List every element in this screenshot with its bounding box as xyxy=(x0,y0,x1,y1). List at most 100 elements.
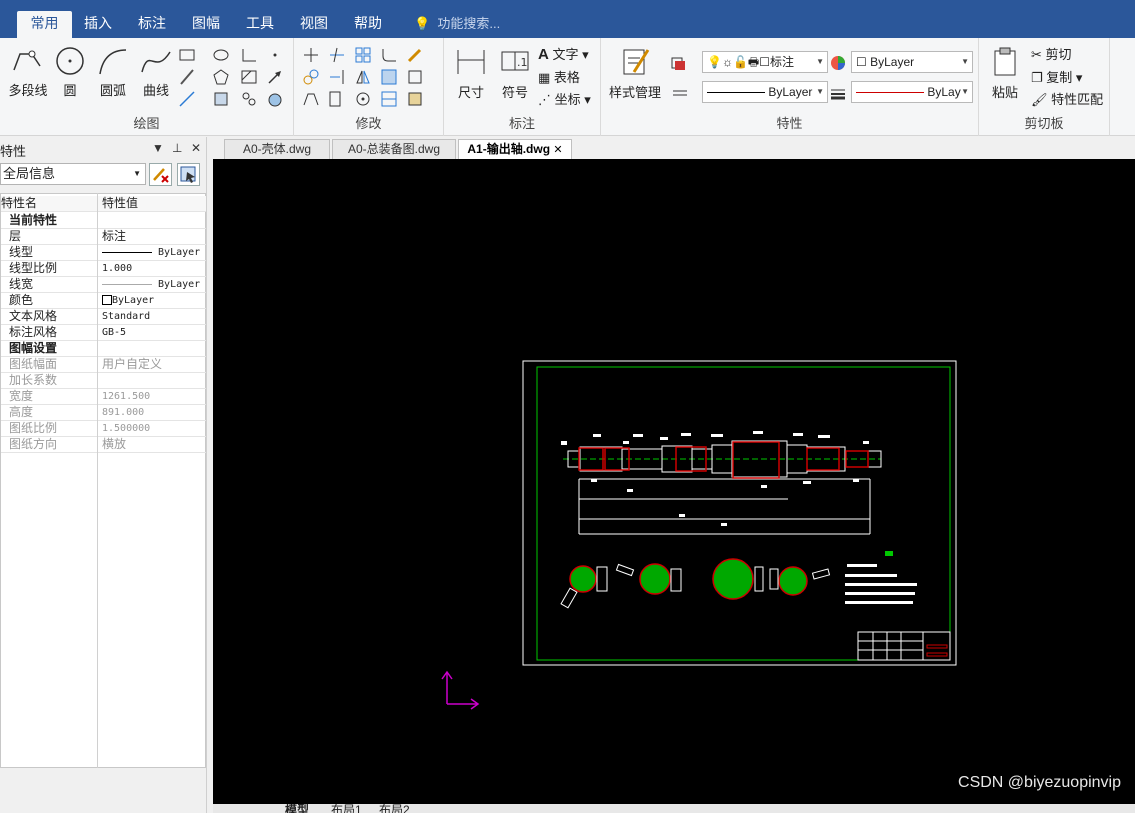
circle-button[interactable]: 圆 xyxy=(52,46,88,99)
paste-icon xyxy=(994,47,1016,76)
trim-icon[interactable] xyxy=(328,46,346,64)
lineweight-select[interactable]: ByLay ▼ xyxy=(851,81,973,103)
region-icon[interactable] xyxy=(212,90,230,108)
stretch-icon[interactable] xyxy=(302,90,320,108)
fillet-icon[interactable] xyxy=(380,46,398,64)
group-draw: 多段线 圆 圆弧 曲线 绘图 xyxy=(0,38,294,136)
close-tab-icon[interactable]: ✕ xyxy=(553,144,562,156)
doc-tab[interactable]: A0-壳体.dwg xyxy=(224,139,330,159)
prop-row[interactable]: 标注风格 GB-5 xyxy=(1,325,206,341)
edit-pencil-icon[interactable] xyxy=(406,46,424,64)
section-current[interactable]: 当前特性 xyxy=(1,213,206,229)
paste-label: 粘贴 xyxy=(991,85,1018,100)
cloud-icon[interactable] xyxy=(240,90,258,108)
point-icon[interactable] xyxy=(266,46,284,64)
text-button[interactable]: A 文字 ▾ xyxy=(538,44,589,63)
tab-annotate[interactable]: 标注 xyxy=(132,11,172,38)
search-placeholder: 功能搜索... xyxy=(437,16,501,31)
prop-row[interactable]: 颜色 ByLayer xyxy=(1,293,206,309)
layer-state-icon[interactable] xyxy=(669,54,687,72)
rotate-icon[interactable] xyxy=(354,90,372,108)
array-icon[interactable] xyxy=(354,46,372,64)
prop-row[interactable]: 线型比例 1.000 xyxy=(1,261,206,277)
ellipse-icon[interactable] xyxy=(212,46,230,64)
prop-row[interactable]: 线宽 ByLayer xyxy=(1,277,206,293)
color-wheel-icon[interactable] xyxy=(829,54,847,72)
circle-icon xyxy=(56,47,84,75)
polygon-icon[interactable] xyxy=(212,68,230,86)
prop-row[interactable]: 层标注 xyxy=(1,229,206,245)
style-manager-icon xyxy=(623,49,650,75)
layout-tab-model[interactable]: 模型 xyxy=(285,804,309,813)
arc-button[interactable]: 圆弧 xyxy=(94,46,132,99)
explode-icon[interactable] xyxy=(380,90,398,108)
doc-tab-active[interactable]: A1-输出轴.dwg ✕ xyxy=(458,139,572,159)
symbol-button[interactable]: .1 符号 xyxy=(496,46,534,101)
match-properties-button[interactable]: 🖌 特性匹配 xyxy=(1031,89,1103,108)
copy-button[interactable]: ❐ 复制 ▾ xyxy=(1031,67,1082,86)
hatch-icon[interactable] xyxy=(240,68,258,86)
layout-tab-2[interactable]: 布局2 xyxy=(379,804,410,813)
section-sheet[interactable]: 图幅设置 xyxy=(1,341,206,357)
fill-icon[interactable] xyxy=(266,90,284,108)
angle-icon[interactable] xyxy=(240,46,258,64)
ribbon-panel: 多段线 圆 圆弧 曲线 绘图 修改 尺寸 .1 符号 A 文字 ▾ ▦ 表格 ⋰… xyxy=(0,38,1135,136)
match-properties-label: 特性匹配 xyxy=(1051,92,1104,107)
clear-selection-button[interactable] xyxy=(149,163,172,186)
close-icon[interactable]: ✕ xyxy=(191,141,201,155)
tab-sheet[interactable]: 图幅 xyxy=(186,11,226,38)
layout-tab-1[interactable]: 布局1 xyxy=(331,804,362,813)
dimension-button[interactable]: 尺寸 xyxy=(452,46,490,101)
coordinate-button[interactable]: ⋰ 坐标 ▾ xyxy=(538,89,591,108)
group-draw-label: 绘图 xyxy=(133,116,160,131)
prop-row: 图纸幅面 用户自定义 xyxy=(1,357,206,373)
doc-tab[interactable]: A0-总装备图.dwg xyxy=(332,139,456,159)
dropdown-arrow-icon[interactable]: ▼ xyxy=(152,141,164,155)
watermark: CSDN @biyezuopinvip xyxy=(958,774,1121,791)
tab-home[interactable]: 常用 xyxy=(17,11,72,38)
copy-object-icon[interactable] xyxy=(302,68,320,86)
layer-select[interactable]: 💡☼🔓🖶☐标注 ▼ xyxy=(702,51,828,73)
lineweight-icon[interactable] xyxy=(829,84,847,102)
prop-row[interactable]: 线型 ByLayer xyxy=(1,245,206,261)
prop-row: 加长系数 xyxy=(1,373,206,389)
paste-button[interactable]: 粘贴 xyxy=(985,46,1025,101)
cut-label: 剪切 xyxy=(1045,47,1072,62)
polyline-button[interactable]: 多段线 xyxy=(6,46,50,99)
table-button[interactable]: ▦ 表格 xyxy=(538,67,580,86)
linetype-select[interactable]: ByLayer ▼ xyxy=(702,81,828,103)
style-manager-button[interactable]: 样式管理 xyxy=(605,46,665,101)
tab-view[interactable]: 视图 xyxy=(294,11,334,38)
line-icon[interactable] xyxy=(178,68,196,86)
scale-icon[interactable] xyxy=(328,90,346,108)
brush-icon: 🖌 xyxy=(1031,92,1048,107)
move-icon[interactable] xyxy=(302,46,320,64)
curve-button[interactable]: 曲线 xyxy=(136,46,176,99)
ray-icon[interactable] xyxy=(178,90,196,108)
mirror-icon[interactable] xyxy=(354,68,372,86)
tab-help[interactable]: 帮助 xyxy=(348,11,388,38)
cut-button[interactable]: ✂ 剪切 xyxy=(1031,44,1072,63)
color-select[interactable]: ☐ ByLayer ▼ xyxy=(851,51,973,73)
selection-value: 全局信息 xyxy=(3,166,56,181)
quick-select-button[interactable] xyxy=(177,163,200,186)
style-manager-label: 样式管理 xyxy=(608,85,661,100)
extend-icon[interactable] xyxy=(328,68,346,86)
properties-brush-icon[interactable] xyxy=(406,90,424,108)
pin-icon[interactable]: ⊥ xyxy=(172,141,182,155)
selection-select[interactable]: 全局信息 ▼ xyxy=(0,163,146,185)
offset-icon[interactable] xyxy=(380,68,398,86)
rectangle-icon[interactable] xyxy=(178,46,196,64)
arrow-icon[interactable] xyxy=(266,68,284,86)
drawing-canvas[interactable]: CSDN @biyezuopinvip xyxy=(213,159,1135,804)
prop-row[interactable]: 文本风格 Standard xyxy=(1,309,206,325)
dimension-icon xyxy=(457,50,485,74)
tab-insert[interactable]: 插入 xyxy=(78,11,118,38)
boundary-icon[interactable] xyxy=(406,68,424,86)
linetype-icon[interactable] xyxy=(671,84,689,102)
ucs-icon xyxy=(441,670,480,710)
feature-search[interactable]: 💡 功能搜索... xyxy=(414,11,500,38)
tab-tools[interactable]: 工具 xyxy=(240,11,280,38)
circle-label: 圆 xyxy=(63,83,77,98)
lightbulb-icon: 💡 xyxy=(414,16,438,31)
